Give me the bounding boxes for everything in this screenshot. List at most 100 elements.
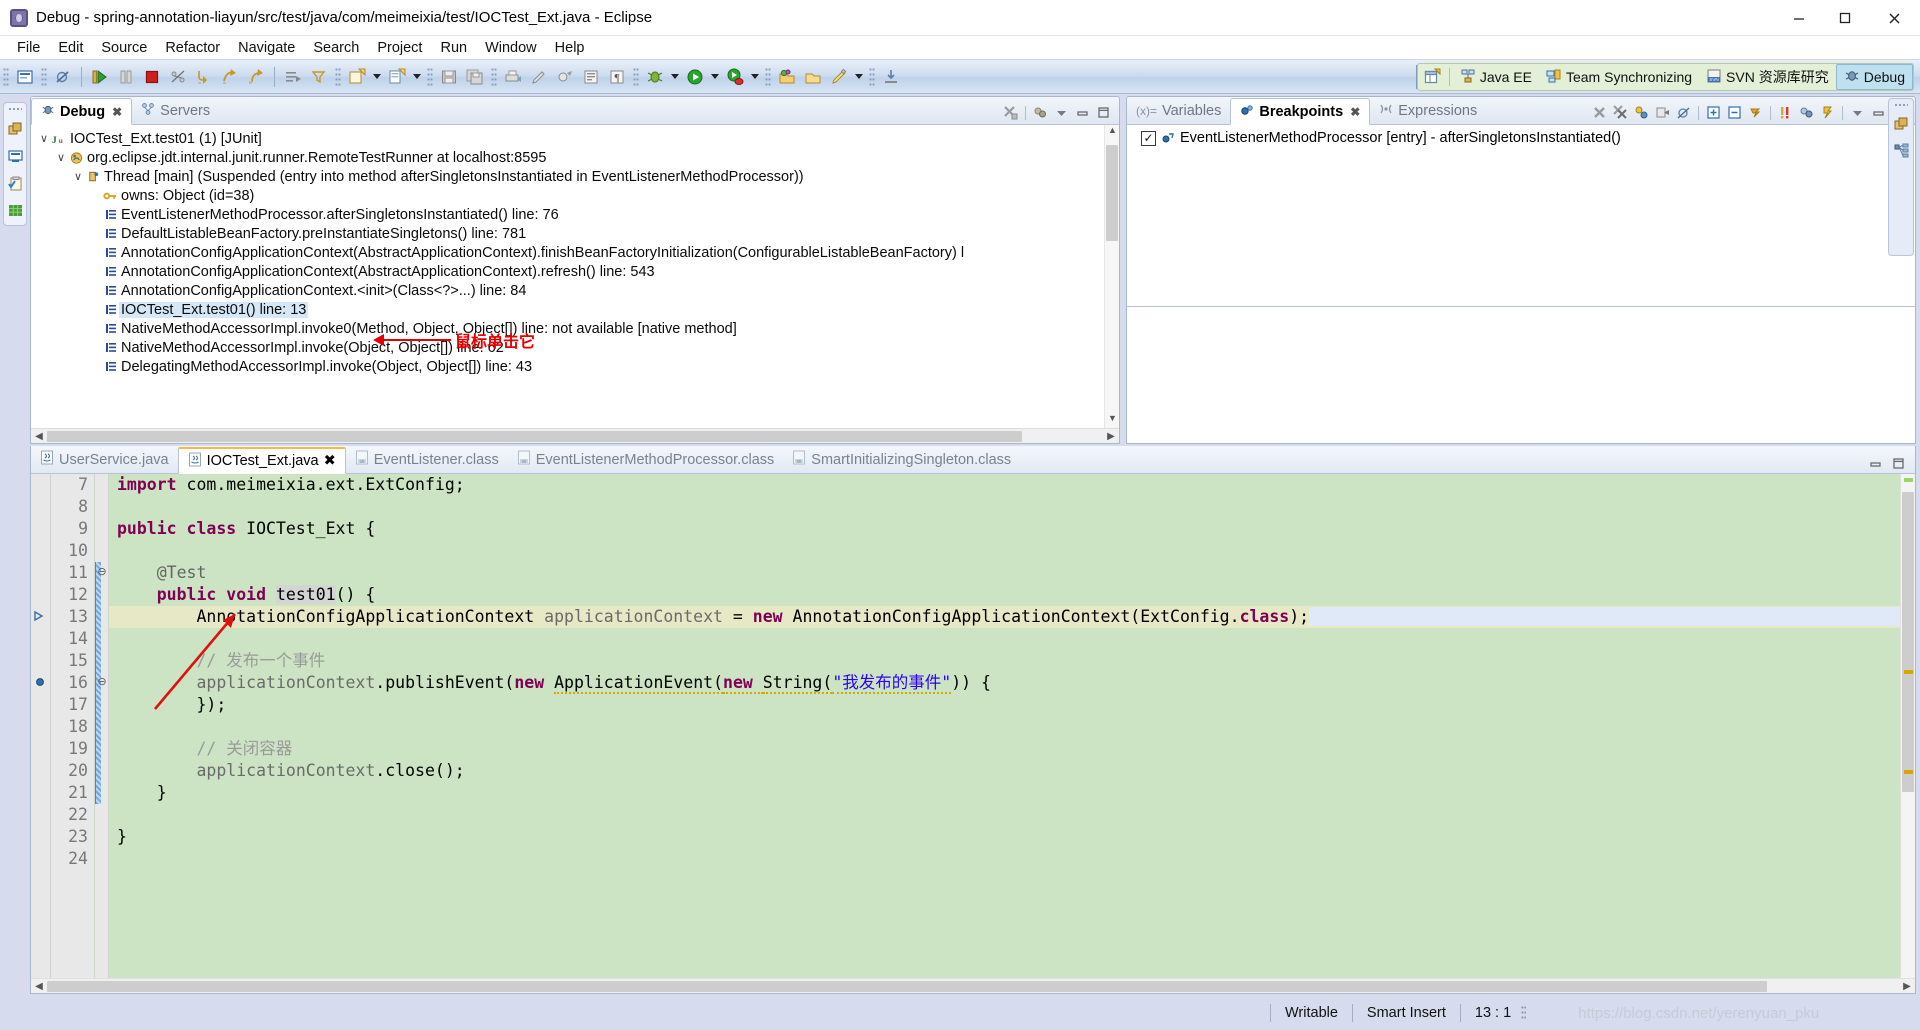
- annotation-ruler[interactable]: [31, 474, 51, 978]
- code-line[interactable]: // 发布一个事件: [109, 650, 1900, 672]
- drop-to-frame-icon[interactable]: [280, 64, 306, 90]
- toolbar-grip-3[interactable]: [335, 66, 341, 87]
- paint-icon[interactable]: [526, 64, 552, 90]
- menu-help[interactable]: Help: [546, 38, 594, 58]
- junit-view-icon[interactable]: [6, 174, 24, 192]
- new-java-project-dropdown-icon[interactable]: [370, 64, 384, 90]
- remove-breakpoint-icon[interactable]: [1590, 103, 1609, 122]
- fast-view-grip[interactable]: [8, 107, 22, 111]
- use-step-filters-icon[interactable]: [306, 64, 332, 90]
- scroll-left-icon[interactable]: ◀: [31, 431, 47, 442]
- code-content[interactable]: import com.meimeixia.ext.ExtConfig; publ…: [109, 474, 1900, 978]
- debug-tree-row[interactable]: ∨ org.eclipse.jdt.internal.junit.runner.R…: [31, 148, 1119, 167]
- outline-view-icon[interactable]: [1892, 141, 1910, 159]
- restore-icon[interactable]: [6, 120, 24, 138]
- code-line[interactable]: applicationContext.close();: [109, 760, 1900, 782]
- perspective-debug[interactable]: Debug: [1835, 64, 1913, 90]
- code-line[interactable]: [109, 804, 1900, 826]
- code-line[interactable]: });: [109, 694, 1900, 716]
- code-line[interactable]: [109, 540, 1900, 562]
- remove-all-terminated-icon[interactable]: [1001, 103, 1020, 122]
- tab-variables[interactable]: (x)= Variables: [1127, 97, 1230, 124]
- toolbar-grip-8[interactable]: [869, 66, 875, 87]
- menu-window[interactable]: Window: [476, 38, 546, 58]
- debug-tree-row[interactable]: ∨ Ju IOCTest_Ext.test01 (1) [JUnit]: [31, 129, 1119, 148]
- min-stack-grip[interactable]: [1894, 103, 1908, 107]
- scroll-down-icon[interactable]: ▼: [1105, 413, 1119, 428]
- open-folder-icon[interactable]: [800, 64, 826, 90]
- toolbar-grip-7[interactable]: [765, 66, 771, 87]
- step-return-icon[interactable]: [243, 64, 269, 90]
- fold-toggle-icon[interactable]: ⊖: [97, 677, 107, 688]
- debug-tree-row[interactable]: EventListenerMethodProcessor.afterSingle…: [31, 205, 1119, 224]
- toolbar-grip-5[interactable]: [491, 66, 497, 87]
- debug-view-icon[interactable]: [6, 147, 24, 165]
- tab-breakpoints[interactable]: Breakpoints ✖: [1230, 98, 1371, 125]
- editor-tab[interactable]: cls EventListener.class: [346, 446, 508, 473]
- close-icon[interactable]: ✖: [112, 105, 122, 119]
- debug-tree-row[interactable]: DelegatingMethodAccessorImpl.invoke(Obje…: [31, 357, 1119, 376]
- step-into-icon[interactable]: [191, 64, 217, 90]
- hscroll-thumb[interactable]: [47, 430, 1022, 442]
- disable-breakpoints-icon[interactable]: [50, 64, 76, 90]
- code-line[interactable]: [109, 496, 1900, 518]
- resume-icon[interactable]: [87, 64, 113, 90]
- menu-run[interactable]: Run: [431, 38, 476, 58]
- debug-tree-row[interactable]: ∨ Thread [main] (Suspended (entry into me…: [31, 167, 1119, 186]
- menu-navigate[interactable]: Navigate: [229, 38, 304, 58]
- scroll-right-icon[interactable]: ▶: [1899, 981, 1915, 992]
- code-line[interactable]: import com.meimeixia.ext.ExtConfig;: [109, 474, 1900, 496]
- debug-tree-row[interactable]: IOCTest_Ext.test01() line: 13: [31, 300, 1119, 319]
- hscroll-thumb[interactable]: [47, 980, 1767, 992]
- minimize-icon[interactable]: [1869, 103, 1888, 122]
- save-icon[interactable]: [436, 64, 462, 90]
- breakpoint-types-icon[interactable]: [1776, 103, 1795, 122]
- code-line[interactable]: }: [109, 826, 1900, 848]
- restore-icon[interactable]: [1892, 115, 1910, 133]
- perspective-java-ee[interactable]: Java EE: [1453, 64, 1539, 90]
- code-line[interactable]: AnnotationConfigApplicationContext appli…: [109, 606, 1900, 628]
- collapse-all-icon[interactable]: [1725, 103, 1744, 122]
- print-icon[interactable]: [500, 64, 526, 90]
- build-icon[interactable]: [552, 64, 578, 90]
- code-line[interactable]: }: [109, 782, 1900, 804]
- open-perspective-toolbar-icon[interactable]: [774, 64, 800, 90]
- debug-tree-row[interactable]: NativeMethodAccessorImpl.invoke(Object, …: [31, 338, 1119, 357]
- step-over-icon[interactable]: [217, 64, 243, 90]
- code-line[interactable]: // 关闭容器: [109, 738, 1900, 760]
- debug-tree-row[interactable]: owns: Object (id=38): [31, 186, 1119, 205]
- link-with-debug-icon[interactable]: [1632, 103, 1651, 122]
- next-annotation-icon[interactable]: [878, 64, 904, 90]
- debug-tree-hscrollbar[interactable]: ◀ ▶: [31, 428, 1119, 443]
- tab-expressions[interactable]: Expressions: [1370, 97, 1486, 124]
- menu-source[interactable]: Source: [92, 38, 156, 58]
- annotate-icon[interactable]: [826, 64, 852, 90]
- expand-collapse-icon[interactable]: ∨: [54, 151, 68, 164]
- perspective-svn[interactable]: SVN SVN 资源库研究: [1699, 64, 1836, 90]
- editor-vscrollbar[interactable]: [1900, 474, 1915, 978]
- fold-toggle-icon[interactable]: ⊖: [97, 567, 107, 578]
- minimize-icon[interactable]: [1073, 103, 1092, 122]
- run-icon[interactable]: [682, 64, 708, 90]
- vscroll-thumb[interactable]: [1106, 145, 1118, 241]
- view-menu-icon[interactable]: [1052, 103, 1071, 122]
- debug-stack-tree[interactable]: ∨ Ju IOCTest_Ext.test01 (1) [JUnit] ∨ org.ec…: [31, 125, 1119, 376]
- run-last-tool-icon[interactable]: [722, 64, 748, 90]
- code-line[interactable]: public void test01() {: [109, 584, 1900, 606]
- debug-tree-row[interactable]: AnnotationConfigApplicationContext.<init…: [31, 281, 1119, 300]
- code-line[interactable]: public class IOCTest_Ext {: [109, 518, 1900, 540]
- close-icon[interactable]: ✖: [1350, 105, 1360, 119]
- hscroll-track[interactable]: [47, 979, 1899, 993]
- toolbar-grip-6[interactable]: [633, 66, 639, 87]
- editor-hscrollbar[interactable]: ◀ ▶: [31, 978, 1915, 993]
- breakpoint-list-item[interactable]: ✓ EventListenerMethodProcessor [entry] -…: [1127, 125, 1915, 146]
- save-all-icon[interactable]: [462, 64, 488, 90]
- scroll-right-icon[interactable]: ▶: [1103, 431, 1119, 442]
- expand-all-icon[interactable]: [1704, 103, 1723, 122]
- debug-tree-row[interactable]: DefaultListableBeanFactory.preInstantiat…: [31, 224, 1119, 243]
- toolbar-grip-2[interactable]: [41, 66, 47, 87]
- close-icon[interactable]: ✖: [324, 453, 336, 469]
- vscroll-thumb[interactable]: [1902, 492, 1914, 792]
- toolbar-grip[interactable]: [3, 66, 9, 87]
- debug-icon[interactable]: [642, 64, 668, 90]
